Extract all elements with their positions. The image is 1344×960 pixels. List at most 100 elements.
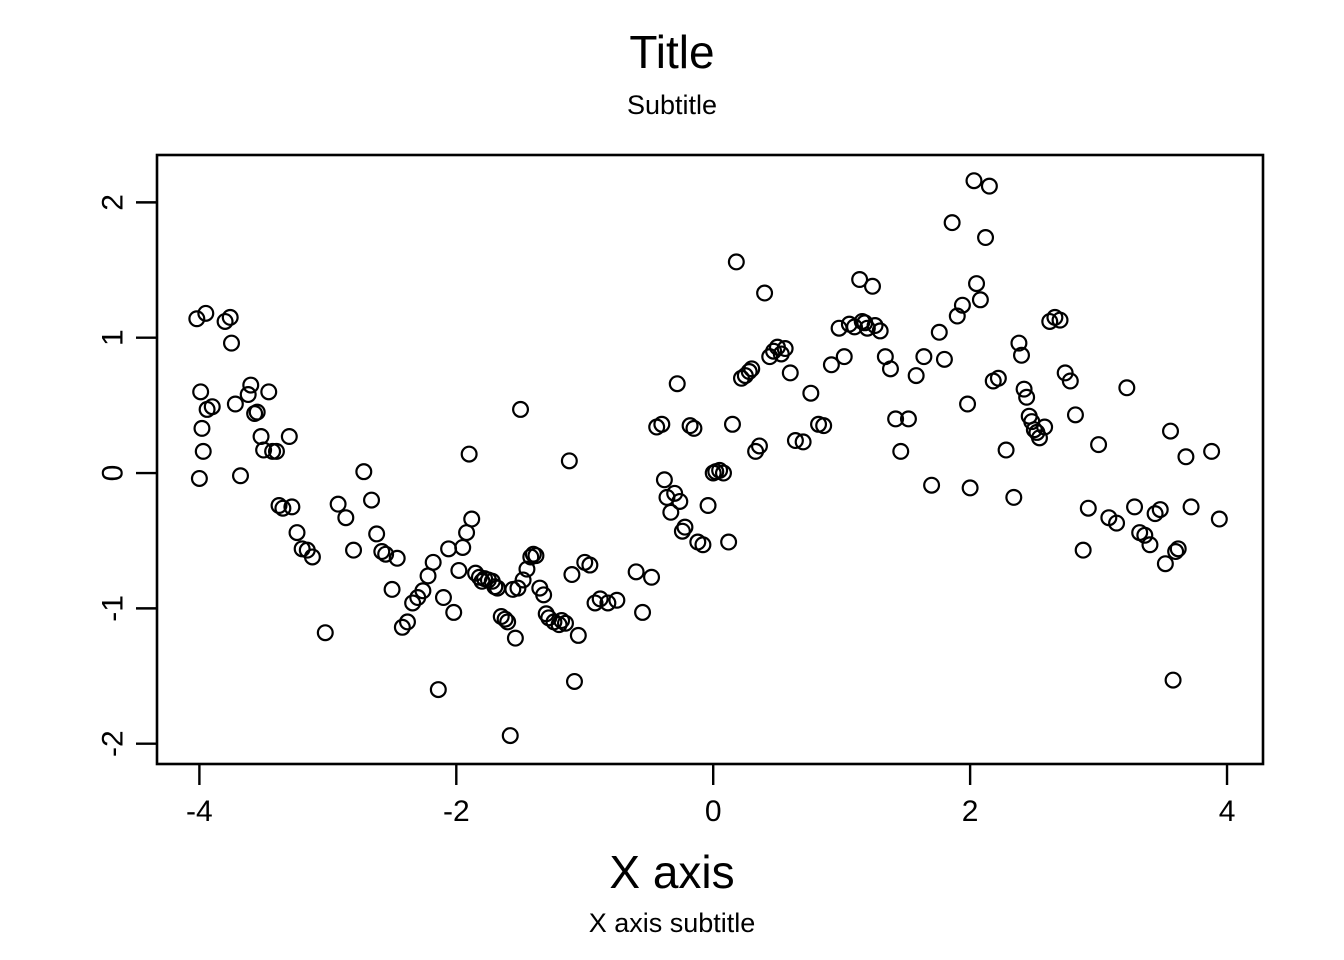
data-point [907,367,925,385]
data-point [383,580,401,598]
data-point [989,369,1007,387]
scatter-plot: -4 -2 0 2 4 -2 -1 0 1 2 [97,153,1265,828]
data-point [959,395,977,413]
data-point [756,284,774,302]
y-tick-label: 1 [97,329,130,346]
data-point [440,540,458,558]
data-point [1210,510,1228,528]
ticks-layer: -4 -2 0 2 4 -2 -1 0 1 2 [97,194,1236,828]
y-tick-label: 0 [97,465,130,482]
data-point [424,553,442,571]
data-point [463,510,481,528]
x-tick-label: -4 [186,795,213,828]
data-point [997,441,1015,459]
data-point [252,427,270,445]
data-point [563,566,581,584]
data-point [512,400,530,418]
y-tick-label: 2 [97,194,130,211]
y-tick-label: -2 [97,730,130,757]
x-tick-label: 0 [705,795,722,828]
y-tick-label: -1 [97,595,130,622]
data-point [727,253,745,271]
data-point [260,383,278,401]
data-point [223,334,241,352]
data-point [345,541,363,559]
data-point [501,727,519,745]
axes-layer [155,153,1265,766]
data-point [239,386,257,404]
data-point [965,172,983,190]
data-point [935,350,953,368]
data-point [1118,379,1136,397]
data-point [193,419,211,437]
data-point [668,375,686,393]
data-point [460,445,478,463]
data-point [565,672,583,690]
data-point [194,442,212,460]
x-tick-label: 2 [962,795,979,828]
data-point [1051,311,1069,329]
data-point [203,398,221,416]
data-point [930,323,948,341]
data-point [368,525,386,543]
data-point [1162,422,1180,440]
data-point [445,603,463,621]
data-point [1090,436,1108,454]
chart-page: Title Subtitle -4 -2 0 2 4 -2 -1 0 1 2 X axis X a… [0,0,1344,960]
data-point [355,463,373,481]
data-point [720,533,738,551]
x-tick-label: 4 [1219,795,1236,828]
plot-border [155,153,1265,766]
data-point [316,624,334,642]
data-point [1164,671,1182,689]
data-point [634,603,652,621]
data-point [434,589,452,607]
data-point [685,419,703,437]
data-point [892,442,910,460]
data-point [723,415,741,433]
data-point [676,518,694,536]
data-point [863,277,881,295]
data-point [337,509,355,527]
data-point [450,561,468,579]
data-point [454,538,472,556]
data-point [1156,555,1174,573]
data-point [506,629,524,647]
data-point [1074,541,1092,559]
data-point [694,536,712,554]
data-point [653,415,671,433]
data-point [232,467,250,485]
data-point [943,214,961,232]
data-point [1203,442,1221,460]
data-point [781,364,799,382]
data-point [581,556,599,574]
data-point [1018,388,1036,406]
x-axis-label: X axis [609,846,735,898]
x-axis-sublabel: X axis subtitle [588,908,756,938]
data-point [192,383,210,401]
data-point [280,427,298,445]
data-point [190,469,208,487]
data-point [1079,499,1097,517]
data-point [971,291,989,309]
data-point [968,275,986,293]
data-point [1182,498,1200,516]
data-point [569,626,587,644]
data-point [643,568,661,586]
data-point [560,452,578,470]
data-point [1126,498,1144,516]
data-point [977,229,995,247]
data-point [429,681,447,699]
data-point [699,497,717,515]
data-point [802,384,820,402]
data-point [329,495,347,513]
data-point [915,348,933,366]
data-point [655,471,673,489]
data-point [923,476,941,494]
data-point [363,491,381,509]
data-point [627,563,645,581]
data-point [608,591,626,609]
data-point [226,395,244,413]
data-point [961,479,979,497]
data-point [1005,488,1023,506]
